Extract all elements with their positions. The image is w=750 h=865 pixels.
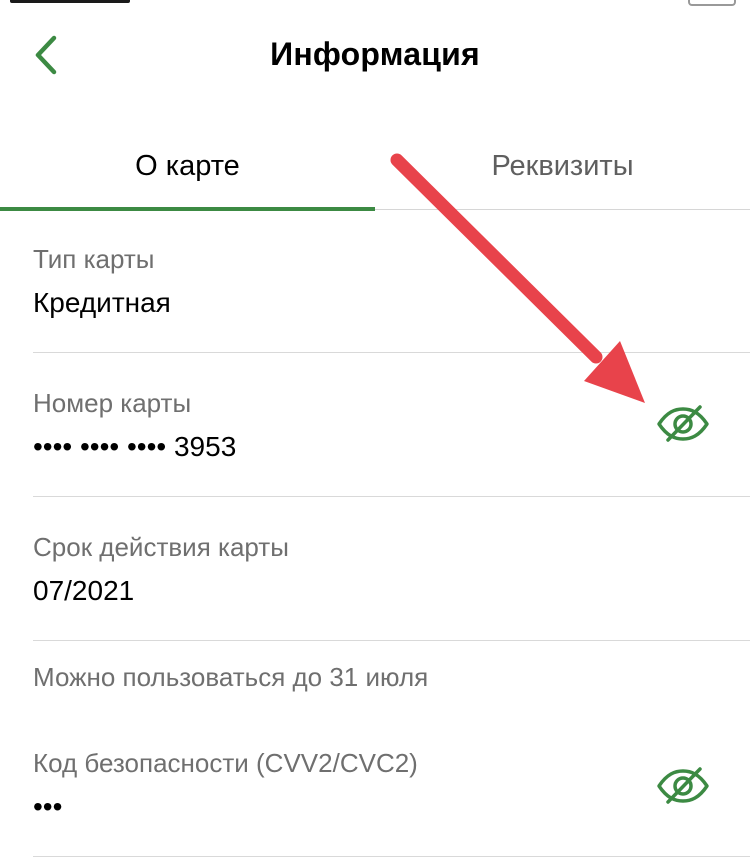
eye-off-icon: [657, 405, 709, 442]
cvv-value: •••: [33, 791, 63, 822]
page-title: Информация: [270, 36, 480, 72]
tab-requisites[interactable]: Реквизиты: [375, 120, 750, 212]
battery-icon: [688, 0, 736, 6]
eye-off-icon: [657, 767, 709, 804]
card-number-label: Номер карты: [33, 388, 192, 418]
tab-bar: О карте Реквизиты: [0, 120, 750, 212]
expiry-field: Срок действия карты 07/2021: [33, 532, 289, 608]
usable-until-note: Можно пользоваться до 31 июля: [33, 662, 429, 692]
card-number-value: •••• •••• •••• 3953: [33, 431, 237, 462]
show-card-number-button[interactable]: [656, 404, 710, 444]
status-bar-left: [10, 0, 130, 3]
tab-about-card[interactable]: О карте: [0, 120, 375, 212]
card-type-value: Кредитная: [33, 287, 171, 318]
divider: [33, 352, 750, 353]
cvv-field: Код безопасности (CVV2/CVC2) •••: [33, 748, 418, 824]
show-cvv-button[interactable]: [656, 766, 710, 806]
divider: [33, 856, 750, 857]
expiry-value: 07/2021: [33, 575, 135, 606]
divider: [33, 496, 750, 497]
status-bar: [0, 0, 750, 6]
divider: [33, 640, 750, 641]
card-type-field: Тип карты Кредитная: [33, 244, 171, 320]
active-tab-indicator: [0, 207, 375, 211]
cvv-label: Код безопасности (CVV2/CVC2): [33, 748, 418, 778]
expiry-label: Срок действия карты: [33, 532, 289, 562]
card-type-label: Тип карты: [33, 244, 155, 274]
card-number-field: Номер карты •••• •••• •••• 3953: [33, 388, 236, 464]
